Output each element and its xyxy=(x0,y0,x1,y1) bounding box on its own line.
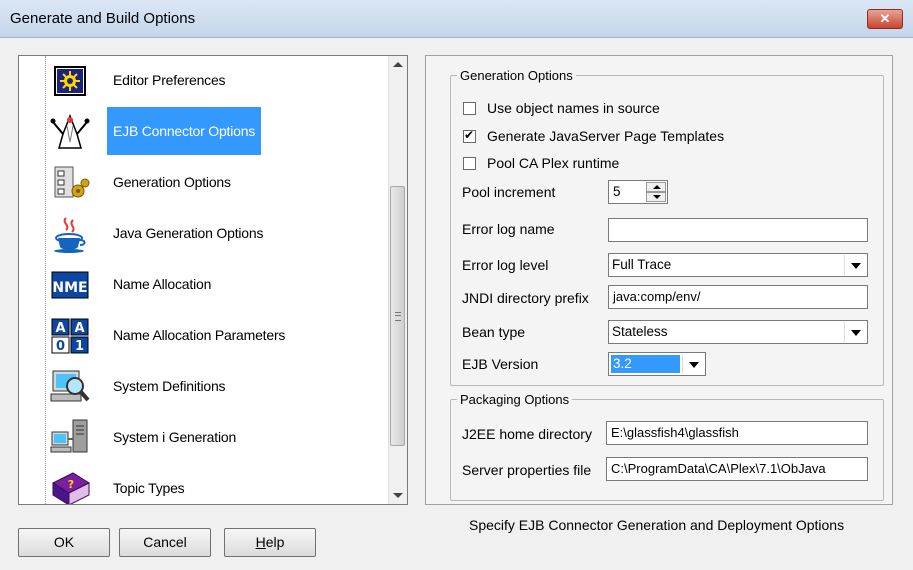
cancel-button[interactable]: Cancel xyxy=(119,528,211,557)
pool-increment-value: 5 xyxy=(613,184,621,199)
window-title: Generate and Build Options xyxy=(10,10,196,27)
nav-item-generation-options[interactable]: Generation Options xyxy=(49,158,379,208)
nme-icon-text: NME xyxy=(52,280,87,296)
ejb-version-select[interactable]: 3.2 xyxy=(608,352,706,376)
close-icon: ✕ xyxy=(879,11,891,26)
jndi-prefix-input[interactable]: java:comp/env/ xyxy=(608,285,868,309)
server-props-input[interactable]: C:\ProgramData\CA\Plex\7.1\ObJava xyxy=(606,457,868,481)
options-tree: Editor Preferences EJB Connector Options… xyxy=(18,55,408,505)
j2ee-home-input[interactable]: E:\glassfish4\glassfish xyxy=(606,421,868,445)
chevron-down-icon[interactable] xyxy=(682,354,704,374)
bean-type-value: Stateless xyxy=(612,324,668,339)
nav-item-label: EJB Connector Options xyxy=(107,107,262,155)
server-computer-icon xyxy=(50,419,88,453)
generation-options-legend: Generation Options xyxy=(460,68,573,83)
nav-item-system-definitions[interactable]: System Definitions xyxy=(49,362,379,412)
ok-button[interactable]: OK xyxy=(18,528,110,557)
nav-item-label: Editor Preferences xyxy=(113,72,226,88)
aa01-grid-icon: A A 0 1 xyxy=(51,318,89,354)
ejb-version-value: 3.2 xyxy=(611,355,680,373)
tree-scrollbar[interactable] xyxy=(388,56,407,504)
tree-guide-line xyxy=(45,56,46,504)
help-book-icon: ? xyxy=(51,472,91,504)
generate-jsp-checkbox[interactable] xyxy=(463,128,476,143)
packaging-options-group: Packaging Options xyxy=(450,392,884,501)
nav-item-topic-types[interactable]: ? Topic Types xyxy=(49,464,379,504)
nav-item-ejb-connector-options[interactable]: EJB Connector Options xyxy=(49,107,379,157)
aa01-icon-text: 0 xyxy=(56,339,65,354)
bean-type-select[interactable]: Stateless xyxy=(608,320,868,344)
java-icon xyxy=(54,217,86,253)
packaging-options-legend: Packaging Options xyxy=(460,392,570,407)
server-props-label: Server properties file xyxy=(462,462,592,478)
aa01-icon-text: A xyxy=(74,321,84,336)
scroll-up-arrow-icon[interactable] xyxy=(393,62,403,67)
error-log-level-select[interactable]: Full Trace xyxy=(608,253,868,277)
help-mnemonic: H xyxy=(255,534,266,550)
nav-item-label: Name Allocation xyxy=(113,276,212,292)
spin-down-icon[interactable] xyxy=(646,192,666,202)
ejb-version-label: EJB Version xyxy=(462,356,539,372)
nav-item-name-allocation-parameters[interactable]: A A 0 1 Name Allocation Parameters xyxy=(49,311,379,361)
scroll-grip-icon xyxy=(395,312,401,321)
status-description: Specify EJB Connector Generation and Dep… xyxy=(469,517,845,533)
nav-item-label: System Definitions xyxy=(113,378,226,394)
j2ee-home-label: J2EE home directory xyxy=(462,426,592,442)
generate-jsp-label: Generate JavaServer Page Templates xyxy=(487,128,725,144)
title-bar: Generate and Build Options ✕ xyxy=(0,0,913,38)
aa01-icon-text: A xyxy=(55,321,65,336)
spin-up-icon[interactable] xyxy=(646,182,666,192)
use-object-names-label: Use object names in source xyxy=(487,100,660,116)
use-object-names-checkbox[interactable] xyxy=(463,102,476,115)
pool-runtime-checkbox[interactable] xyxy=(463,157,476,170)
nav-item-label: Name Allocation Parameters xyxy=(113,327,286,343)
aa01-icon-text: 1 xyxy=(75,339,84,354)
error-log-level-label: Error log level xyxy=(462,257,549,273)
nav-item-system-i-generation[interactable]: System i Generation xyxy=(49,413,379,463)
chevron-down-icon[interactable] xyxy=(844,255,866,275)
nav-item-editor-preferences[interactable]: Editor Preferences xyxy=(49,56,379,106)
jndi-prefix-label: JNDI directory prefix xyxy=(462,290,589,306)
pool-increment-label: Pool increment xyxy=(462,184,556,200)
nav-item-java-generation-options[interactable]: Java Generation Options xyxy=(49,209,379,259)
help-button[interactable]: Help xyxy=(224,528,316,557)
scroll-thumb[interactable] xyxy=(390,186,405,446)
generation-options-icon xyxy=(54,166,90,198)
close-button[interactable]: ✕ xyxy=(867,9,903,29)
error-log-level-value: Full Trace xyxy=(612,257,672,272)
pool-runtime-label: Pool CA Plex runtime xyxy=(487,155,620,171)
nav-item-label: Java Generation Options xyxy=(113,225,264,241)
ejb-connector-icon xyxy=(50,113,90,149)
nav-item-label: System i Generation xyxy=(113,429,237,445)
scroll-down-arrow-icon[interactable] xyxy=(393,493,403,498)
error-log-name-input[interactable] xyxy=(608,218,868,242)
nme-icon: NME xyxy=(51,271,89,299)
help-label-rest: elp xyxy=(265,534,285,550)
pool-increment-stepper[interactable]: 5 xyxy=(608,180,668,204)
magnifier-computer-icon xyxy=(50,370,90,402)
nav-item-label: Generation Options xyxy=(113,174,231,190)
nav-item-name-allocation[interactable]: NME Name Allocation xyxy=(49,260,379,310)
help-icon-text: ? xyxy=(68,478,74,491)
error-log-name-label: Error log name xyxy=(462,221,555,237)
chevron-down-icon[interactable] xyxy=(844,322,866,342)
editor-preferences-icon xyxy=(54,66,86,96)
nav-item-label: Topic Types xyxy=(113,480,185,496)
bean-type-label: Bean type xyxy=(462,324,526,340)
